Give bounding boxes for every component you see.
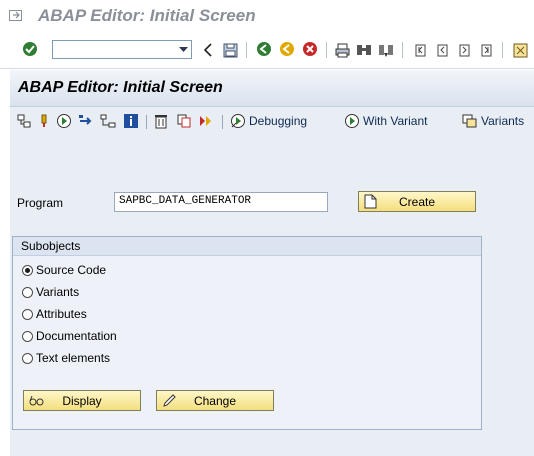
subobjects-group: Subobjects Source Code Variants Attribut… <box>12 236 482 430</box>
variants-button[interactable]: Variants <box>462 112 524 130</box>
radio-unselected-icon <box>22 308 33 320</box>
display-button[interactable]: Display <box>23 390 141 411</box>
display-label: Display <box>62 393 102 408</box>
radio-label: Documentation <box>36 329 117 343</box>
window-menu-icon[interactable] <box>9 10 23 22</box>
program-input[interactable]: SAPBC_DATA_GENERATOR <box>114 192 328 212</box>
save-icon[interactable] <box>222 42 238 58</box>
copy-icon[interactable] <box>176 112 195 130</box>
page-header: ABAP Editor: Initial Screen <box>10 70 534 107</box>
command-field[interactable] <box>52 40 192 59</box>
create-label: Create <box>398 194 436 209</box>
page-title: ABAP Editor: Initial Screen <box>18 79 223 96</box>
pin-icon[interactable] <box>38 112 53 130</box>
back-icon[interactable] <box>256 41 272 57</box>
debugging-icon <box>231 114 245 128</box>
execute-icon[interactable] <box>56 112 75 130</box>
pencil-icon <box>163 394 176 407</box>
with-variant-button[interactable]: With Variant <box>344 112 427 130</box>
radio-text-elements[interactable]: Text elements <box>22 351 110 365</box>
change-label: Change <box>193 393 237 408</box>
subobjects-title-bar: Subobjects <box>13 237 481 256</box>
radio-label: Variants <box>36 285 80 299</box>
main-canvas: ABAP Editor: Initial Screen Debugging Wi… <box>10 70 534 456</box>
previous-page-icon[interactable] <box>434 42 450 58</box>
toolbar-separator <box>326 42 327 58</box>
command-input[interactable] <box>55 42 173 57</box>
hierarchy-icon[interactable] <box>100 112 119 130</box>
exit-icon[interactable] <box>279 41 295 57</box>
radio-label: Attributes <box>36 307 87 321</box>
variants-label: Variants <box>481 114 525 128</box>
window-titlebar: ABAP Editor: Initial Screen <box>0 0 534 34</box>
toolbar-separator <box>146 115 147 129</box>
radio-source-code[interactable]: Source Code <box>22 263 106 277</box>
create-button[interactable]: Create <box>358 191 476 212</box>
radio-label: Text elements <box>36 351 111 365</box>
toolbar-separator <box>246 42 247 58</box>
radio-variants[interactable]: Variants <box>22 285 79 299</box>
cancel-icon[interactable] <box>302 41 318 57</box>
toolbar-separator <box>222 115 223 129</box>
with-variant-label: With Variant <box>363 114 428 128</box>
debugging-button[interactable]: Debugging <box>230 112 307 130</box>
chevron-down-icon[interactable] <box>176 42 190 57</box>
radio-label: Source Code <box>36 263 107 277</box>
first-page-icon[interactable] <box>412 42 428 58</box>
back-arrow-icon[interactable] <box>200 42 216 58</box>
subobjects-title: Subobjects <box>21 239 81 253</box>
program-label: Program <box>17 196 64 210</box>
find-icon[interactable] <box>356 42 372 58</box>
toolbar-separator <box>502 42 503 58</box>
radio-unselected-icon <box>22 330 33 342</box>
print-icon[interactable] <box>334 42 350 58</box>
execute-variant-icon <box>345 114 359 128</box>
radio-documentation[interactable]: Documentation <box>22 329 117 343</box>
new-document-icon <box>364 194 377 209</box>
layout-menu-icon[interactable] <box>512 42 528 58</box>
navigate-icon[interactable] <box>78 112 97 130</box>
radio-unselected-icon <box>22 286 33 298</box>
change-button[interactable]: Change <box>156 390 274 411</box>
info-icon[interactable] <box>123 112 142 130</box>
where-used-icon[interactable] <box>16 112 35 130</box>
radio-attributes[interactable]: Attributes <box>22 307 87 321</box>
find-next-icon[interactable] <box>378 42 394 58</box>
toolbar-separator <box>402 42 403 58</box>
radio-selected-icon <box>22 264 33 276</box>
debugging-label: Debugging <box>249 114 308 128</box>
delete-icon[interactable] <box>154 112 171 130</box>
next-page-icon[interactable] <box>456 42 472 58</box>
glasses-icon <box>29 395 44 406</box>
last-page-icon[interactable] <box>478 42 494 58</box>
application-toolbar: Debugging With Variant Variants <box>10 107 534 137</box>
enter-check-icon[interactable] <box>22 41 38 57</box>
rename-icon[interactable] <box>198 112 217 130</box>
window-title: ABAP Editor: Initial Screen <box>38 6 256 25</box>
radio-unselected-icon <box>22 352 33 364</box>
variants-icon <box>462 114 477 128</box>
